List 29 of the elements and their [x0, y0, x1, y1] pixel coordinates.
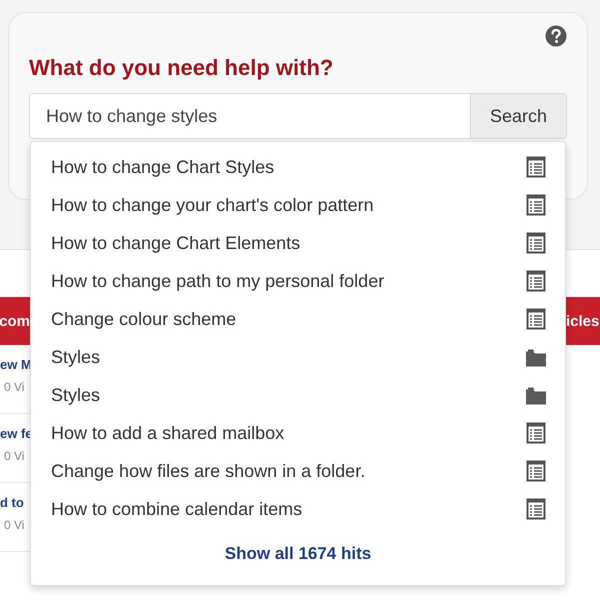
- suggestion-item[interactable]: How to combine calendar items: [31, 490, 565, 528]
- show-all-link[interactable]: Show all 1674 hits: [224, 544, 372, 564]
- document-list-icon: [525, 194, 547, 216]
- suggestion-item[interactable]: Change how files are shown in a folder.: [31, 452, 565, 490]
- help-icon[interactable]: [545, 25, 567, 47]
- suggestion-item[interactable]: How to change path to my personal folder: [31, 262, 565, 300]
- section-banner: icles: [566, 297, 600, 345]
- document-list-icon: [525, 460, 547, 482]
- suggestion-item[interactable]: How to add a shared mailbox: [31, 414, 565, 452]
- suggestion-item[interactable]: How to change your chart's color pattern: [31, 186, 565, 224]
- suggestion-item[interactable]: Styles: [31, 338, 565, 376]
- article-link[interactable]: d to: [0, 495, 30, 510]
- suggestion-item[interactable]: How to change Chart Styles: [31, 148, 565, 186]
- section-banner: com: [0, 297, 30, 345]
- document-list-icon: [525, 156, 547, 178]
- document-list-icon: [525, 498, 547, 520]
- document-list-icon: [525, 308, 547, 330]
- panel-title: What do you need help with?: [29, 55, 334, 81]
- view-count: 0 Vi: [3, 449, 26, 463]
- document-list-icon: [525, 270, 547, 292]
- suggestion-item[interactable]: Change colour scheme: [31, 300, 565, 338]
- suggestion-item[interactable]: Styles: [31, 376, 565, 414]
- document-list-icon: [525, 422, 547, 444]
- search-button[interactable]: Search: [470, 94, 566, 138]
- view-count: 0 Vi: [3, 518, 26, 532]
- view-count: 0 Vi: [3, 380, 26, 394]
- search-field[interactable]: How to change styles Search: [29, 93, 567, 139]
- document-list-icon: [525, 232, 547, 254]
- suggestion-item[interactable]: How to change Chart Elements: [31, 224, 565, 262]
